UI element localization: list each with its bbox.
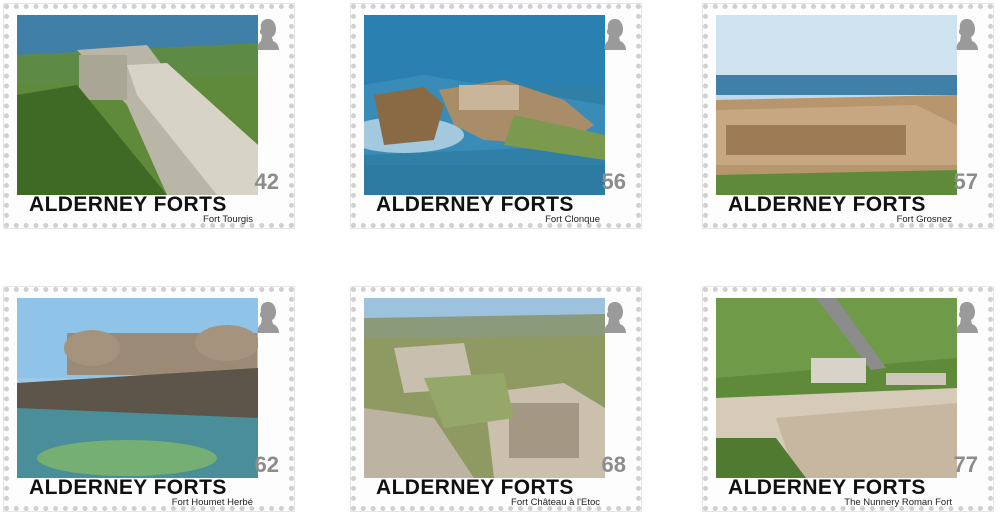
stamp-value: 42	[254, 169, 279, 194]
series-title: ALDERNEY FORTS	[728, 193, 926, 216]
stamp-value: 77	[953, 452, 978, 477]
series-title: ALDERNEY FORTS	[376, 476, 574, 499]
fort-name: Fort Houmet Herbé	[171, 497, 253, 508]
queen-head-icon	[954, 17, 980, 51]
fort-name: Fort Grosnez	[896, 214, 952, 225]
stamp-photo	[364, 15, 605, 195]
fort-name: Fort Clonque	[545, 214, 600, 225]
queen-head-icon	[602, 17, 628, 51]
fort-name: Fort Tourgis	[203, 214, 253, 225]
stamp-the-nunnery-roman-fort: 77 ALDERNEY FORTS The Nunnery Roman Fort	[702, 286, 994, 512]
stamp-fort-tourgis: 42 ALDERNEY FORTS Fort Tourgis	[3, 3, 295, 229]
stamp-fort-clonque: 56 ALDERNEY FORTS Fort Clonque	[350, 3, 642, 229]
stamp-fort-chateau-a-letoc: 68 ALDERNEY FORTS Fort Château à l'Etoc	[350, 286, 642, 512]
stamp-fort-grosnez: 57 ALDERNEY FORTS Fort Grosnez	[702, 3, 994, 229]
stamp-value: 68	[601, 452, 626, 477]
stamp-value: 57	[953, 169, 978, 194]
stamp-photo	[716, 298, 957, 478]
stamp-photo	[17, 298, 258, 478]
stamp-photo	[364, 298, 605, 478]
stamp-value: 56	[601, 169, 626, 194]
queen-head-icon	[255, 17, 281, 51]
queen-head-icon	[255, 300, 281, 334]
stamp-value: 62	[254, 452, 279, 477]
stamp-photo	[716, 15, 957, 195]
series-title: ALDERNEY FORTS	[728, 476, 926, 499]
queen-head-icon	[602, 300, 628, 334]
fort-name: Fort Château à l'Etoc	[511, 497, 600, 508]
queen-head-icon	[954, 300, 980, 334]
series-title: ALDERNEY FORTS	[29, 193, 227, 216]
series-title: ALDERNEY FORTS	[29, 476, 227, 499]
stamp-fort-houmet-herbe: 62 ALDERNEY FORTS Fort Houmet Herbé	[3, 286, 295, 512]
fort-name: The Nunnery Roman Fort	[844, 497, 952, 508]
stamp-photo	[17, 15, 258, 195]
series-title: ALDERNEY FORTS	[376, 193, 574, 216]
